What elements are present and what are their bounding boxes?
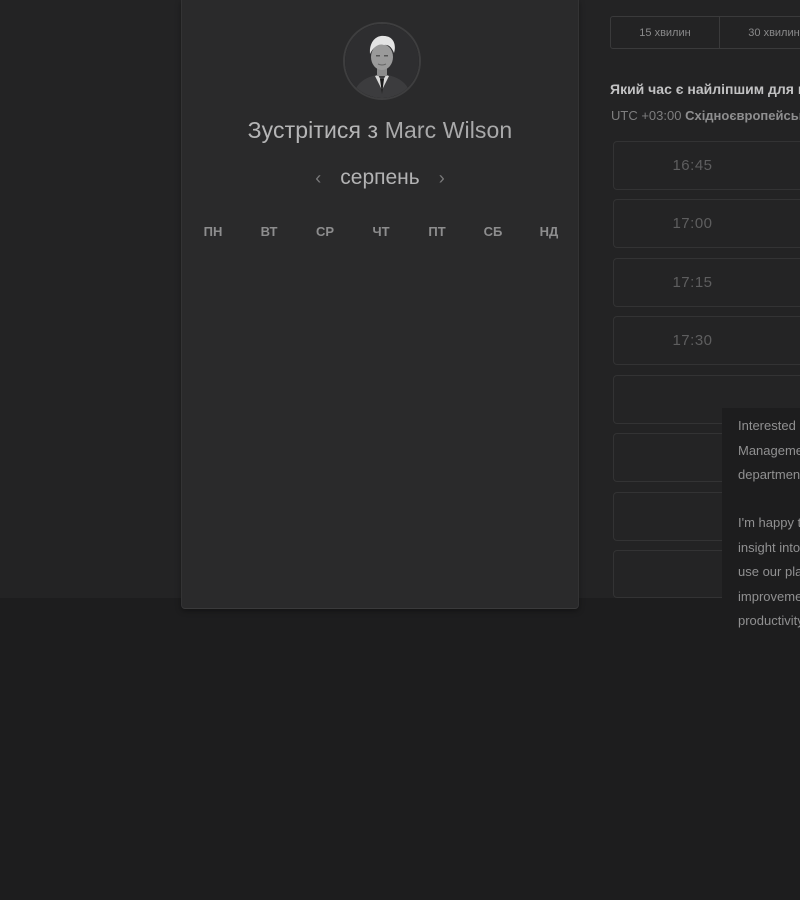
duration-tab-15[interactable]: 15 хвилин bbox=[611, 17, 720, 48]
weekday-tue: ВТ bbox=[260, 224, 278, 239]
time-slot-label: 17:30 bbox=[672, 332, 713, 349]
calendar-card: Зустрітися з Marc Wilson ‹ серпень › ПН … bbox=[181, 0, 579, 609]
avatar bbox=[343, 22, 421, 100]
time-slot-label: 17:00 bbox=[672, 215, 713, 232]
time-slot[interactable]: 17:30 bbox=[613, 316, 800, 365]
duration-selector: 15 хвилин 30 хвилин bbox=[610, 16, 800, 49]
current-month-label: серпень bbox=[340, 166, 420, 189]
host-name: Marc Wilson bbox=[384, 117, 513, 143]
weekday-sun: НД bbox=[539, 224, 559, 239]
timezone-name: Східноєвропейський час bbox=[685, 108, 800, 123]
message-paragraph: I'm happy to insight into use our platfo… bbox=[738, 515, 800, 628]
weekday-sat: СБ bbox=[483, 224, 503, 239]
weekday-mon: ПН bbox=[203, 224, 223, 239]
prev-month-chevron-icon[interactable]: ‹ bbox=[310, 168, 326, 189]
time-slot[interactable]: 17:15 bbox=[613, 258, 800, 307]
meeting-title-prefix: Зустрітися з bbox=[247, 117, 379, 143]
page-footer-area bbox=[0, 598, 800, 900]
message-panel: Interested in Management department I'm … bbox=[722, 408, 800, 634]
timezone-offset: UTC +03:00 bbox=[611, 108, 682, 123]
timezone-selector[interactable]: UTC +03:00 Східноєвропейський час bbox=[611, 108, 800, 123]
meeting-title: Зустрітися з Marc Wilson bbox=[182, 117, 578, 144]
month-navigation: ‹ серпень › bbox=[182, 164, 578, 192]
time-question-heading: Який час є найліпшим для вас? bbox=[610, 81, 800, 97]
weekday-header: ПН ВТ СР ЧТ ПТ СБ НД bbox=[185, 224, 577, 239]
next-month-chevron-icon[interactable]: › bbox=[434, 168, 450, 189]
message-paragraph: Interested in Management department bbox=[738, 418, 800, 482]
time-slot-label: 16:45 bbox=[672, 157, 713, 174]
weekday-thu: ЧТ bbox=[372, 224, 390, 239]
duration-tab-30[interactable]: 30 хвилин bbox=[720, 17, 800, 48]
time-slot[interactable]: 16:45 bbox=[613, 141, 800, 190]
host-photo bbox=[345, 24, 419, 98]
weekday-wed: СР bbox=[315, 224, 335, 239]
time-slot[interactable]: 17:00 bbox=[613, 199, 800, 248]
weekday-fri: ПТ bbox=[428, 224, 446, 239]
time-slot-label: 17:15 bbox=[672, 274, 713, 291]
